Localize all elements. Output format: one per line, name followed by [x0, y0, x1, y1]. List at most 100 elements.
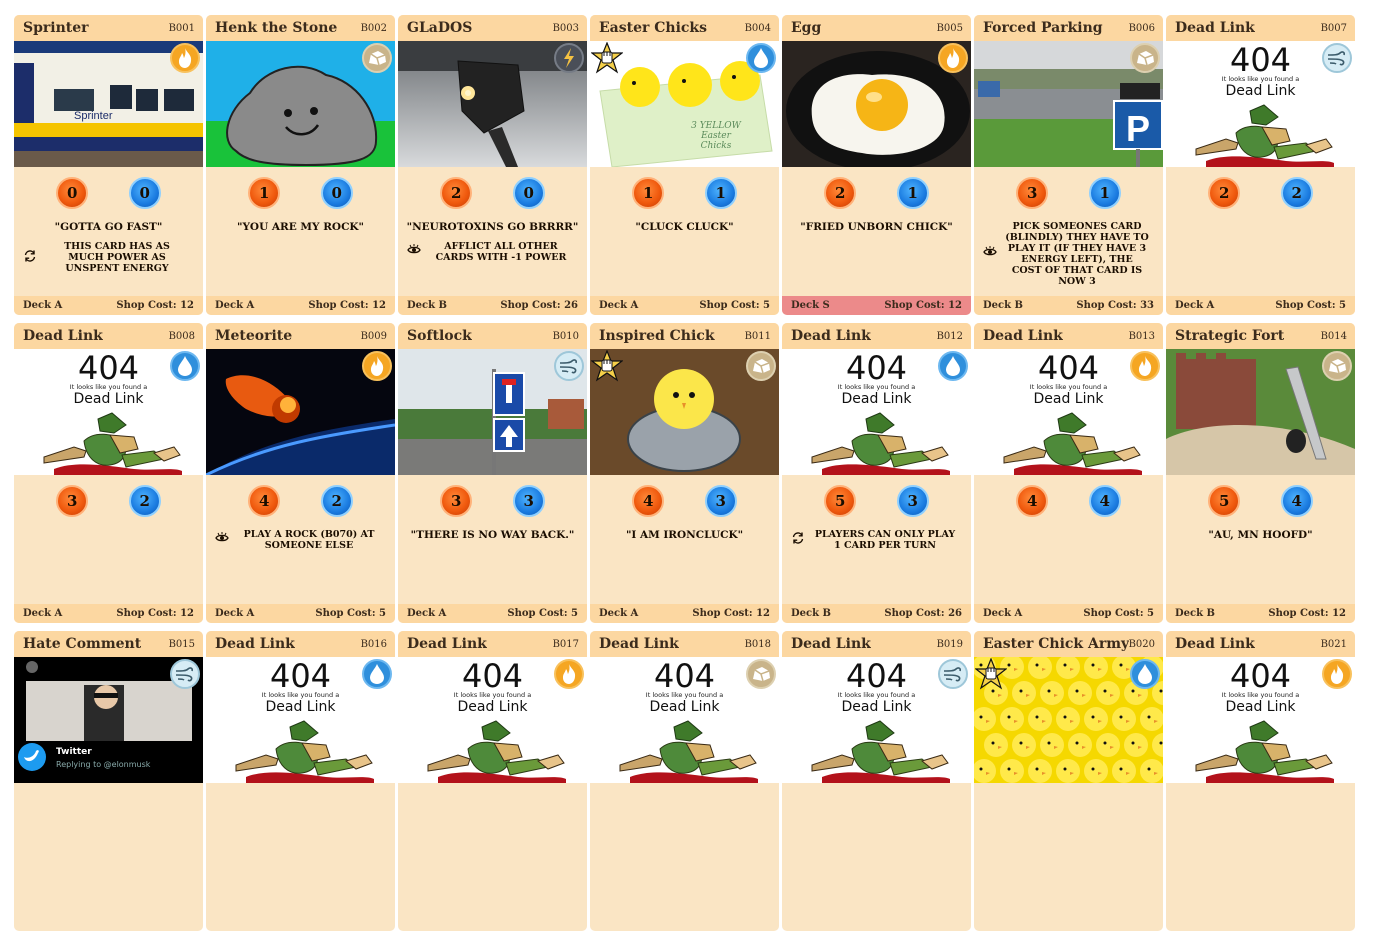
card-code: B009	[360, 330, 387, 342]
card-b018[interactable]: Dead Link B018 404 It looks like you found …	[590, 631, 779, 931]
card-footer: Deck B Shop Cost: 33	[974, 296, 1163, 315]
water-drop-icon	[746, 43, 776, 73]
card-b013[interactable]: Dead Link B013 404 It looks like you found …	[974, 323, 1163, 623]
card-footer: Deck B Shop Cost: 26	[782, 604, 971, 623]
404-title: Dead Link	[265, 699, 336, 715]
card-art	[782, 41, 971, 167]
card-ability: PLAY A ROCK (B070) AT SOMEONE ELSE	[206, 529, 395, 551]
power-stat: 4	[248, 485, 281, 517]
fist-star-icon	[590, 349, 624, 382]
ability-text: AFFLICT ALL OTHER CARDS WITH -1 POWER	[435, 241, 567, 263]
card-footer: Deck B Shop Cost: 12	[1166, 604, 1355, 623]
card-name: Henk the Stone	[215, 20, 338, 36]
card-stats: 00	[14, 167, 203, 209]
card-b002[interactable]: Henk the Stone B002 1 0 "YOU ARE MY ROCK" Dec…	[206, 15, 395, 315]
card-name: Hate Comment	[23, 636, 142, 652]
card-b016[interactable]: Dead Link B016 404 It looks like you found …	[206, 631, 395, 931]
card-b011[interactable]: Inspired Chick B011 4 3 "I AM IRONCLUCK" Deck…	[590, 323, 779, 623]
card-name: Inspired Chick	[599, 328, 715, 344]
power-stat: 1	[632, 177, 665, 209]
card-name: Dead Link	[1175, 636, 1255, 652]
shop-cost: Shop Cost: 12	[116, 608, 194, 619]
energy-stat: 2	[128, 485, 161, 517]
card-stats: 53	[782, 475, 971, 517]
card-code: B002	[360, 22, 387, 34]
404-title: Dead Link	[73, 391, 144, 407]
rock-icon	[362, 43, 392, 73]
card-b004[interactable]: Easter Chicks B004 3 YELLOW Easter Chicks 1…	[590, 15, 779, 315]
card-b010[interactable]: Softlock B010 3 3 "THERE IS NO WAY BACK." Dec…	[398, 323, 587, 623]
deck-label: Deck A	[599, 608, 639, 619]
ability-text: PICK SOMEONES CARD (BLINDLY) THEY HAVE T…	[1005, 221, 1149, 287]
card-name: Forced Parking	[983, 20, 1103, 36]
card-b021[interactable]: Dead Link B021 404 It looks like you found …	[1166, 631, 1355, 931]
card-ability: PLAYERS CAN ONLY PLAY 1 CARD PER TURN	[782, 529, 971, 551]
eye-icon	[983, 246, 999, 262]
404-subtext: It looks like you found a	[645, 691, 724, 699]
card-stats: 10	[206, 167, 395, 209]
card-b014[interactable]: Strategic Fort B014 5 4 "AU, MN HOOFD" Deck B…	[1166, 323, 1355, 623]
card-code: B016	[360, 638, 387, 650]
card-code: B011	[744, 330, 771, 342]
deck-label: Deck A	[983, 608, 1023, 619]
card-code: B010	[552, 330, 579, 342]
card-header: Hate Comment B015	[14, 631, 203, 657]
card-code: B008	[168, 330, 195, 342]
card-header: Softlock B010	[398, 323, 587, 349]
card-b012[interactable]: Dead Link B012 404 It looks like you found …	[782, 323, 971, 623]
energy-stat: 4	[1280, 485, 1313, 517]
deck-label: Deck A	[215, 300, 255, 311]
card-b008[interactable]: Dead Link B008 404 It looks like you found …	[14, 323, 203, 623]
eye-icon	[215, 532, 231, 548]
wind-icon	[938, 659, 968, 689]
rock-icon	[1130, 43, 1160, 73]
card-stats: 20	[398, 167, 587, 209]
card-b009[interactable]: Meteorite B009 4 2 PLAY A ROCK (B070) AT SOM…	[206, 323, 395, 623]
shop-cost: Shop Cost: 5	[507, 608, 578, 619]
card-b007[interactable]: Dead Link B007 404 It looks like you found …	[1166, 15, 1355, 315]
card-art	[398, 41, 587, 167]
card-b019[interactable]: Dead Link B019 404 It looks like you found …	[782, 631, 971, 931]
404-subtext: It looks like you found a	[1221, 75, 1300, 83]
wind-icon	[554, 351, 584, 381]
card-header: Egg B005	[782, 15, 971, 41]
card-code: B013	[1128, 330, 1155, 342]
404-subtext: It looks like you found a	[837, 691, 916, 699]
card-b020[interactable]: Easter Chick Army B020	[974, 631, 1163, 931]
deck-label: Deck A	[23, 300, 63, 311]
energy-stat: 3	[896, 485, 929, 517]
card-b001[interactable]: Sprinter B001 Sprinter 0 0 "GOTTA GO FAST" THI…	[14, 15, 203, 315]
404-title: Dead Link	[649, 699, 720, 715]
card-b006[interactable]: Forced Parking B006 P 3 1 PICK SOMEONES CARD …	[974, 15, 1163, 315]
card-quote: "GOTTA GO FAST"	[54, 221, 163, 233]
shop-cost: Shop Cost: 26	[884, 608, 962, 619]
card-b015[interactable]: Hate Comment B015 Twitter Replying to @elon…	[14, 631, 203, 931]
power-stat: 4	[632, 485, 665, 517]
card-art	[590, 349, 779, 475]
power-stat: 3	[56, 485, 89, 517]
card-name: Dead Link	[791, 328, 871, 344]
card-header: GLaDOS B003	[398, 15, 587, 41]
energy-stat: 1	[704, 177, 737, 209]
ability-text: PLAYERS CAN ONLY PLAY 1 CARD PER TURN	[814, 529, 956, 551]
card-name: Easter Chicks	[599, 20, 707, 36]
shop-cost: Shop Cost: 26	[500, 300, 578, 311]
svg-text:Sprinter: Sprinter	[74, 110, 113, 122]
card-grid: Sprinter B001 Sprinter 0 0 "GOTTA GO FAST" THI…	[14, 15, 1355, 931]
card-footer: Deck B Shop Cost: 26	[398, 296, 587, 315]
card-b003[interactable]: GLaDOS B003 2 0 "NEUROTOXINS GO BRRRR" AFFLIC…	[398, 15, 587, 315]
card-b017[interactable]: Dead Link B017 404 It looks like you found …	[398, 631, 587, 931]
shop-cost: Shop Cost: 12	[1268, 608, 1346, 619]
ability-text: THIS CARD HAS AS MUCH POWER AS UNSPENT E…	[64, 241, 170, 274]
404-subtext: It looks like you found a	[1029, 383, 1108, 391]
card-code: B020	[1128, 638, 1155, 650]
deck-label: Deck A	[599, 300, 639, 311]
card-header: Dead Link B012	[782, 323, 971, 349]
card-header: Dead Link B016	[206, 631, 395, 657]
shop-cost: Shop Cost: 12	[884, 300, 962, 311]
deck-label: Deck B	[407, 300, 447, 311]
card-art	[398, 349, 587, 475]
card-header: Meteorite B009	[206, 323, 395, 349]
card-b005[interactable]: Egg B005 2 1 "FRIED UNBORN CHICK" Deck S Shop …	[782, 15, 971, 315]
power-stat: 3	[1016, 177, 1049, 209]
